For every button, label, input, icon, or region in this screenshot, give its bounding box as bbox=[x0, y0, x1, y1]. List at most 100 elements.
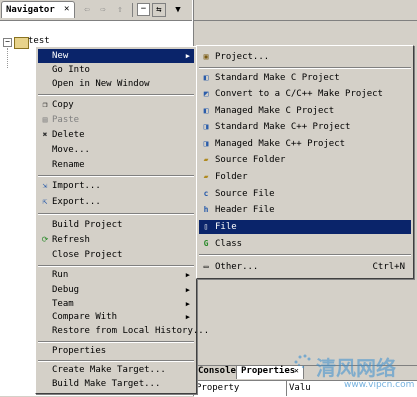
menu-item-label: Folder bbox=[215, 172, 248, 182]
menu-item-new[interactable]: New ▶ bbox=[38, 49, 194, 63]
delete-icon: ✖ bbox=[42, 130, 48, 139]
tab-navigator[interactable]: Navigator ✕ bbox=[1, 1, 75, 18]
menu-item-project[interactable]: ▣ Project... bbox=[199, 50, 411, 64]
menu-item-label: Refresh bbox=[52, 235, 90, 245]
menu-item-file[interactable]: ▯ File bbox=[199, 220, 411, 234]
menu-separator bbox=[199, 67, 411, 69]
menu-item-header-file[interactable]: h Header File bbox=[199, 203, 411, 217]
project-folder-icon bbox=[14, 37, 29, 49]
menu-item-label: Debug bbox=[52, 285, 80, 295]
menu-item-label: Copy bbox=[52, 100, 74, 110]
menu-item-delete[interactable]: ✖ Delete bbox=[38, 128, 194, 142]
menu-item-label: Move... bbox=[52, 145, 90, 155]
menu-item-build-project[interactable]: Build Project bbox=[38, 218, 194, 232]
menu-item-move[interactable]: Move... bbox=[38, 143, 194, 157]
submenu-arrow-icon: ▶ bbox=[185, 286, 190, 294]
menu-item-import[interactable]: ⇲ Import... bbox=[38, 179, 194, 193]
tab-navigator-label: Navigator bbox=[6, 5, 55, 15]
column-header-property[interactable]: Property bbox=[196, 383, 239, 393]
menu-item-rename[interactable]: Rename bbox=[38, 158, 194, 172]
watermark-url: www.vipcn.com bbox=[344, 380, 415, 390]
menu-item-export[interactable]: ⇱ Export... bbox=[38, 195, 194, 209]
menu-item-restore-history[interactable]: Restore from Local History... bbox=[38, 324, 209, 338]
tree-connector bbox=[7, 48, 9, 68]
menu-item-label: Build Make Target... bbox=[52, 379, 161, 389]
column-separator[interactable] bbox=[286, 381, 287, 396]
menu-item-label: Run bbox=[52, 270, 69, 280]
menu-item-label: New bbox=[52, 51, 69, 61]
paste-icon: ▤ bbox=[42, 115, 48, 124]
menu-item-create-make-target[interactable]: Create Make Target... bbox=[38, 363, 194, 377]
menu-item-label: Source Folder bbox=[215, 155, 286, 165]
menu-item-label: Open in New Window bbox=[52, 79, 150, 89]
cpp-project-icon: ◨ bbox=[203, 139, 209, 148]
tree-item-project[interactable]: test bbox=[28, 36, 50, 46]
forward-arrow-icon[interactable]: ⇨ bbox=[96, 3, 110, 17]
menu-item-label: Export... bbox=[52, 197, 101, 207]
up-folder-icon[interactable]: ⇧ bbox=[113, 3, 127, 17]
menu-separator bbox=[38, 175, 194, 177]
source-folder-icon: ▰ bbox=[203, 155, 209, 164]
menu-item-label: Delete bbox=[52, 130, 85, 140]
submenu-arrow-icon: ▶ bbox=[185, 52, 190, 60]
menu-item-run[interactable]: Run ▶ bbox=[38, 268, 194, 282]
menu-separator bbox=[199, 254, 411, 256]
menu-item-refresh[interactable]: ⟳ Refresh bbox=[38, 233, 194, 247]
close-icon[interactable]: ✕ bbox=[64, 4, 69, 14]
menu-item-go-into[interactable]: Go Into bbox=[38, 63, 194, 77]
menu-item-debug[interactable]: Debug ▶ bbox=[38, 283, 194, 297]
cpp-project-icon: ◨ bbox=[203, 122, 209, 131]
menu-item-label: Restore from Local History... bbox=[52, 326, 210, 336]
editor-divider bbox=[194, 20, 417, 21]
menu-item-paste[interactable]: ▤ Paste bbox=[38, 113, 194, 127]
menu-item-std-make-cpp[interactable]: ◨ Standard Make C++ Project bbox=[199, 120, 411, 134]
link-editor-icon[interactable]: ⇆ bbox=[152, 3, 166, 17]
menu-item-managed-make-cpp[interactable]: ◨ Managed Make C++ Project bbox=[199, 137, 411, 151]
convert-icon: ◩ bbox=[203, 89, 209, 98]
file-icon: ▯ bbox=[203, 222, 209, 231]
menu-item-folder[interactable]: ▰ Folder bbox=[199, 170, 411, 184]
menu-item-close-project[interactable]: Close Project bbox=[38, 248, 194, 262]
menu-item-managed-make-c[interactable]: ◧ Managed Make C Project bbox=[199, 104, 411, 118]
menu-item-team[interactable]: Team ▶ bbox=[38, 297, 194, 311]
menu-item-compare-with[interactable]: Compare With ▶ bbox=[38, 310, 194, 324]
source-file-icon: c bbox=[203, 189, 209, 198]
view-menu-icon[interactable]: ▼ bbox=[171, 3, 185, 17]
menu-item-build-make-target[interactable]: Build Make Target... bbox=[38, 377, 194, 391]
menu-separator bbox=[38, 360, 194, 362]
menu-separator bbox=[38, 213, 194, 215]
column-header-value[interactable]: Valu bbox=[289, 383, 311, 393]
other-icon: ▭ bbox=[203, 262, 209, 271]
menu-item-accelerator: Ctrl+N bbox=[372, 262, 405, 272]
toolbar-separator bbox=[132, 3, 133, 17]
tab-properties-label: Properties bbox=[241, 366, 296, 376]
menu-item-std-make-c[interactable]: ◧ Standard Make C Project bbox=[199, 71, 411, 85]
menu-item-convert-cpp[interactable]: ◩ Convert to a C/C++ Make Project bbox=[199, 87, 411, 101]
menu-item-open-new-window[interactable]: Open in New Window bbox=[38, 77, 194, 91]
menu-item-label: Go Into bbox=[52, 65, 90, 75]
c-project-icon: ◧ bbox=[203, 73, 209, 82]
menu-item-source-folder[interactable]: ▰ Source Folder bbox=[199, 153, 411, 167]
menu-item-source-file[interactable]: c Source File bbox=[199, 187, 411, 201]
new-submenu: ▣ Project... ◧ Standard Make C Project ◩ Co… bbox=[196, 45, 414, 279]
menu-item-other[interactable]: ▭ Other... Ctrl+N bbox=[199, 260, 411, 274]
menu-item-label: Compare With bbox=[52, 312, 118, 322]
back-arrow-icon[interactable]: ⇦ bbox=[80, 3, 94, 17]
tree-collapse-icon[interactable]: − bbox=[3, 38, 12, 47]
c-project-icon: ◧ bbox=[203, 106, 209, 115]
menu-item-copy[interactable]: ❐ Copy bbox=[38, 98, 194, 112]
class-icon: G bbox=[203, 239, 209, 248]
export-icon: ⇱ bbox=[42, 197, 48, 206]
menu-item-label: Managed Make C Project bbox=[215, 106, 335, 116]
context-menu: New ▶ Go Into Open in New Window ❐ Copy ▤ P… bbox=[35, 46, 209, 394]
copy-icon: ❐ bbox=[42, 100, 48, 109]
watermark-text: 清风网络 bbox=[316, 356, 396, 380]
menu-item-class[interactable]: G Class bbox=[199, 237, 411, 251]
menu-item-label: File bbox=[215, 222, 237, 232]
menu-item-properties[interactable]: Properties bbox=[38, 344, 194, 358]
menu-item-label: Close Project bbox=[52, 250, 123, 260]
collapse-all-icon[interactable]: − bbox=[137, 3, 150, 16]
menu-item-label: Managed Make C++ Project bbox=[215, 139, 346, 149]
tab-console[interactable]: Console bbox=[196, 366, 238, 378]
menu-item-label: Header File bbox=[215, 205, 275, 215]
